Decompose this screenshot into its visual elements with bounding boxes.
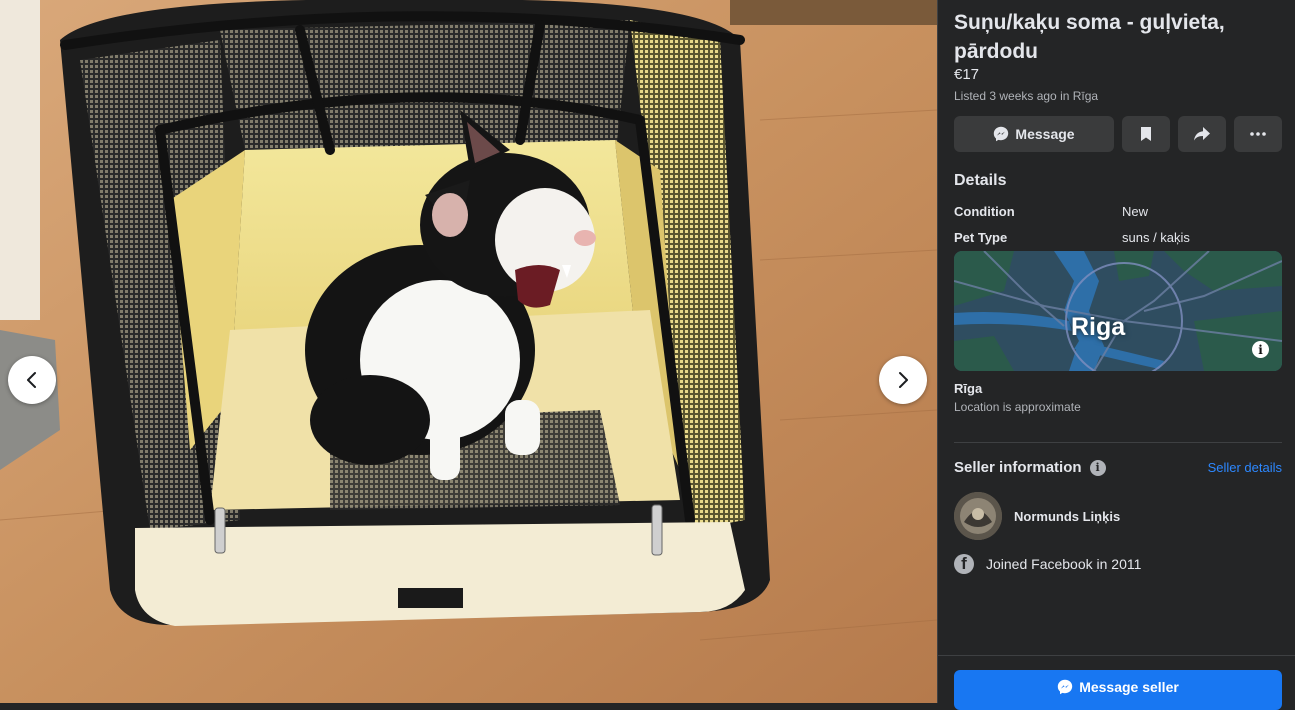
messenger-icon — [994, 126, 1009, 142]
listing-posted-time: Listed 3 weeks ago in — [954, 89, 1073, 103]
chevron-right-icon — [899, 372, 908, 388]
listing-price: €17 — [954, 66, 980, 83]
chevron-left-icon — [27, 372, 36, 388]
listing-location-link[interactable]: Rīga — [1073, 89, 1098, 103]
listing-posted-info: Listed 3 weeks ago in Rīga — [954, 89, 1098, 103]
message-button[interactable]: Message — [954, 116, 1114, 152]
location-note: Location is approximate — [954, 400, 1081, 414]
map-background — [954, 251, 1282, 371]
avatar-image — [954, 492, 1002, 540]
detail-key: Condition — [954, 204, 1015, 219]
share-icon — [1194, 127, 1210, 141]
map-city-label: Riga — [1071, 313, 1126, 341]
seller-avatar[interactable] — [954, 492, 1002, 540]
listing-details-panel: Suņu/kaķu soma - guļvieta, pārdodu €17 L… — [938, 0, 1295, 710]
share-button[interactable] — [1178, 116, 1226, 152]
section-divider — [954, 442, 1282, 443]
listing-photo — [0, 0, 937, 703]
message-seller-label: Message seller — [1079, 679, 1179, 695]
save-button[interactable] — [1122, 116, 1170, 152]
seller-joined-text: Joined Facebook in 2011 — [986, 556, 1142, 572]
location-name: Rīga — [954, 381, 983, 396]
seller-heading-text: Seller information — [954, 459, 1082, 476]
previous-photo-button[interactable] — [8, 356, 56, 404]
listing-title: Suņu/kaķu soma - guļvieta, pārdodu — [954, 11, 1225, 63]
message-seller-button[interactable]: Message seller — [954, 670, 1282, 710]
message-button-label: Message — [1015, 126, 1075, 142]
detail-key: Pet Type — [954, 230, 1008, 245]
more-options-button[interactable] — [1234, 116, 1282, 152]
footer-divider — [938, 655, 1295, 656]
cat-in-pet-carrier-photo — [0, 0, 937, 703]
detail-value: suns / kaķis — [1122, 230, 1190, 245]
bookmark-icon — [1141, 127, 1151, 141]
messenger-icon — [1057, 679, 1073, 695]
more-icon — [1250, 132, 1266, 136]
location-map[interactable]: Riga i — [954, 251, 1282, 371]
detail-value: New — [1122, 204, 1149, 219]
info-icon[interactable]: i — [1089, 459, 1106, 476]
seller-details-link[interactable]: Seller details — [1208, 460, 1282, 475]
seller-info-heading: Seller information i — [954, 459, 1106, 476]
seller-joined-row: f Joined Facebook in 2011 — [954, 554, 1141, 574]
seller-name[interactable]: Normunds Liņķis — [1014, 509, 1120, 524]
details-heading: Details — [954, 172, 1007, 189]
facebook-icon: f — [954, 554, 974, 574]
map-info-icon[interactable]: i — [1252, 341, 1269, 358]
next-photo-button[interactable] — [879, 356, 927, 404]
